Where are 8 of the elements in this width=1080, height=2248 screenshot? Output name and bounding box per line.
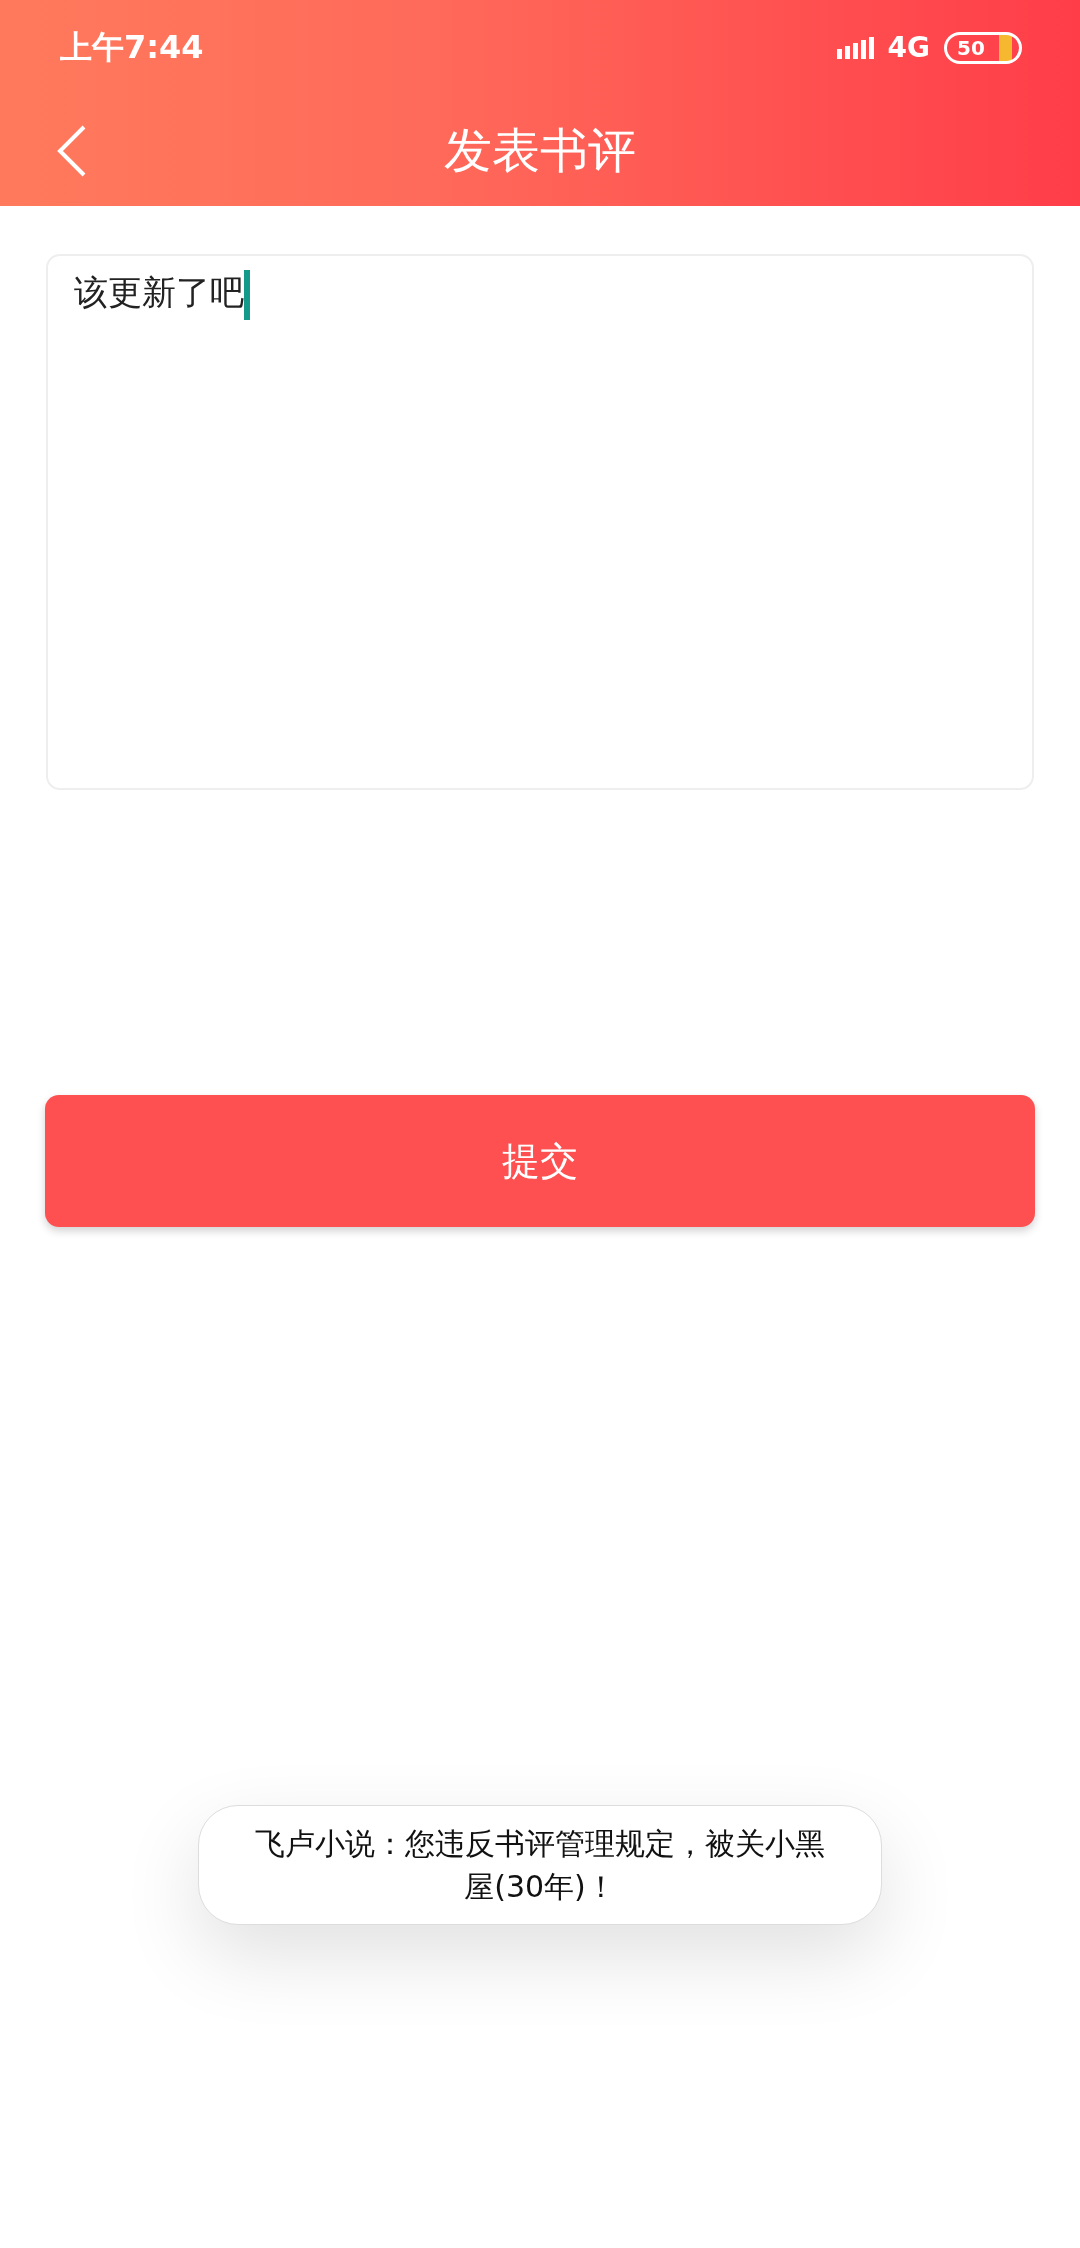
text-cursor (244, 270, 250, 320)
battery-indicator: 50 (944, 31, 1022, 64)
review-field[interactable]: 该更新了吧 (46, 254, 1034, 790)
signal-icon (836, 36, 874, 59)
toast-message: 飞卢小说：您违反书评管理规定，被关小黑屋(30年)！ (198, 1805, 882, 1925)
page-title: 发表书评 (444, 120, 636, 180)
network-type: 4G (887, 31, 930, 64)
status-time: 上午7:44 (60, 26, 205, 68)
